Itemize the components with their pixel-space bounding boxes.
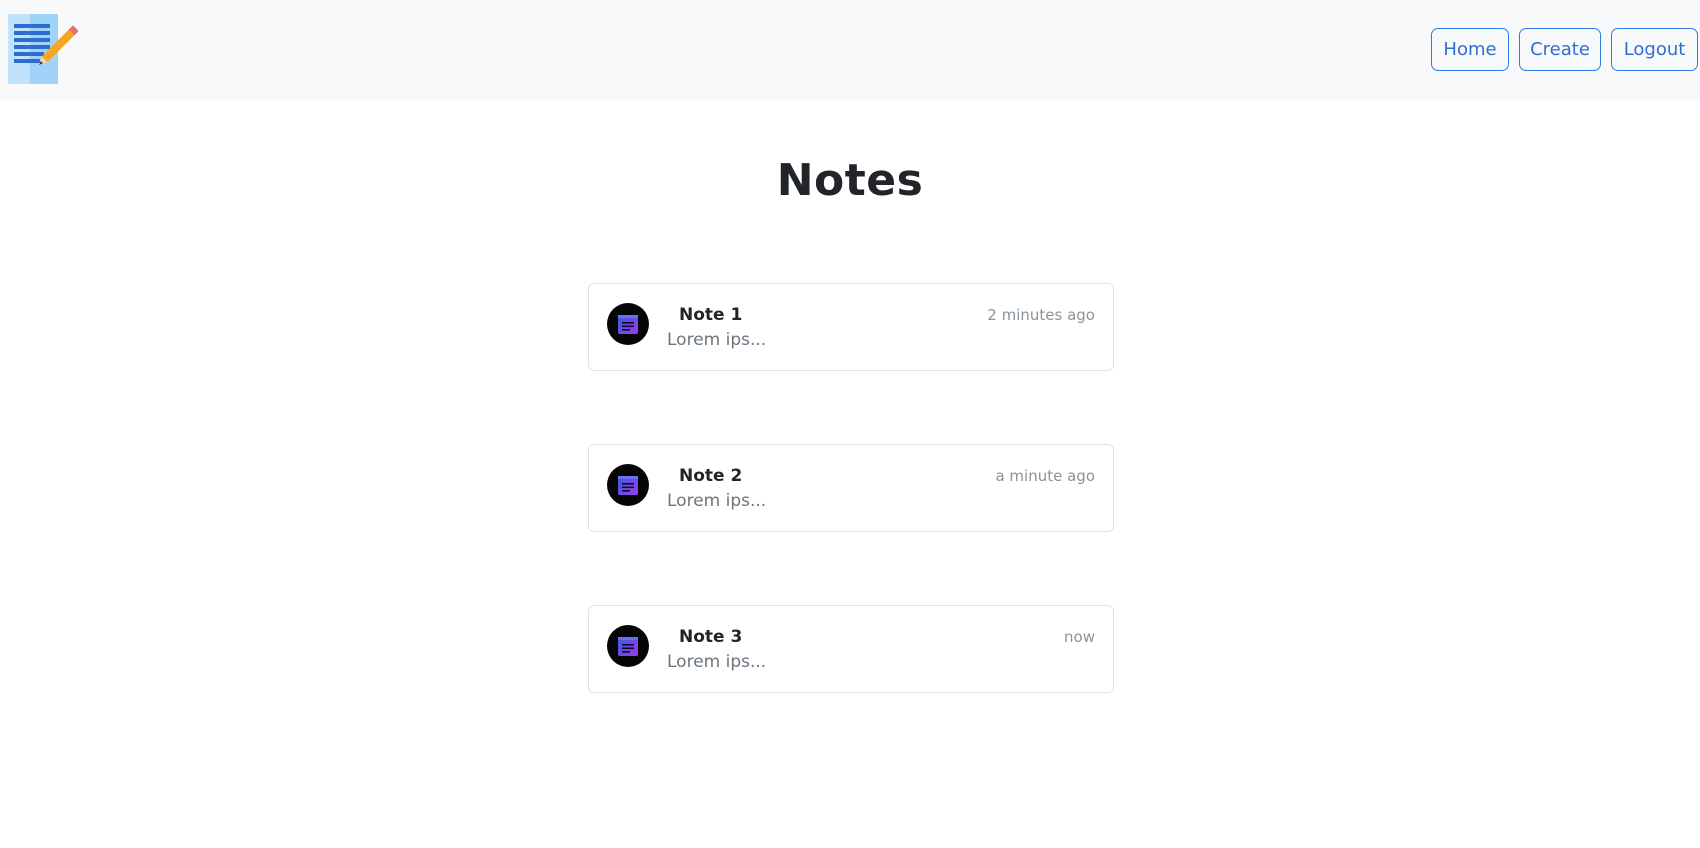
- note-preview: Lorem ips...: [667, 330, 767, 350]
- note-card[interactable]: Note 3 Lorem ips... now: [588, 605, 1114, 693]
- notepad-pencil-icon: [8, 14, 79, 84]
- logout-button[interactable]: Logout: [1611, 28, 1698, 71]
- navbar: Home Create Logout: [0, 0, 1700, 100]
- note-timestamp: a minute ago: [995, 467, 1095, 485]
- note-title: Note 2: [679, 466, 743, 486]
- note-preview: Lorem ips...: [667, 491, 767, 511]
- page-title: Notes: [776, 155, 924, 206]
- note-avatar: [607, 464, 649, 506]
- note-preview: Lorem ips...: [667, 652, 767, 672]
- app-logo[interactable]: [8, 14, 79, 86]
- nav-buttons: Home Create Logout: [1431, 28, 1698, 71]
- create-button[interactable]: Create: [1519, 28, 1601, 71]
- note-timestamp: now: [1064, 628, 1095, 646]
- note-icon: [618, 637, 638, 656]
- note-card[interactable]: Note 1 Lorem ips... 2 minutes ago: [588, 283, 1114, 371]
- note-list: Note 1 Lorem ips... 2 minutes ago Note 2…: [588, 283, 1114, 766]
- note-avatar: [607, 625, 649, 667]
- note-title: Note 1: [679, 305, 743, 325]
- home-button[interactable]: Home: [1431, 28, 1509, 71]
- note-title: Note 3: [679, 627, 743, 647]
- note-icon: [618, 476, 638, 495]
- note-card[interactable]: Note 2 Lorem ips... a minute ago: [588, 444, 1114, 532]
- note-timestamp: 2 minutes ago: [987, 306, 1095, 324]
- note-avatar: [607, 303, 649, 345]
- note-icon: [618, 315, 638, 334]
